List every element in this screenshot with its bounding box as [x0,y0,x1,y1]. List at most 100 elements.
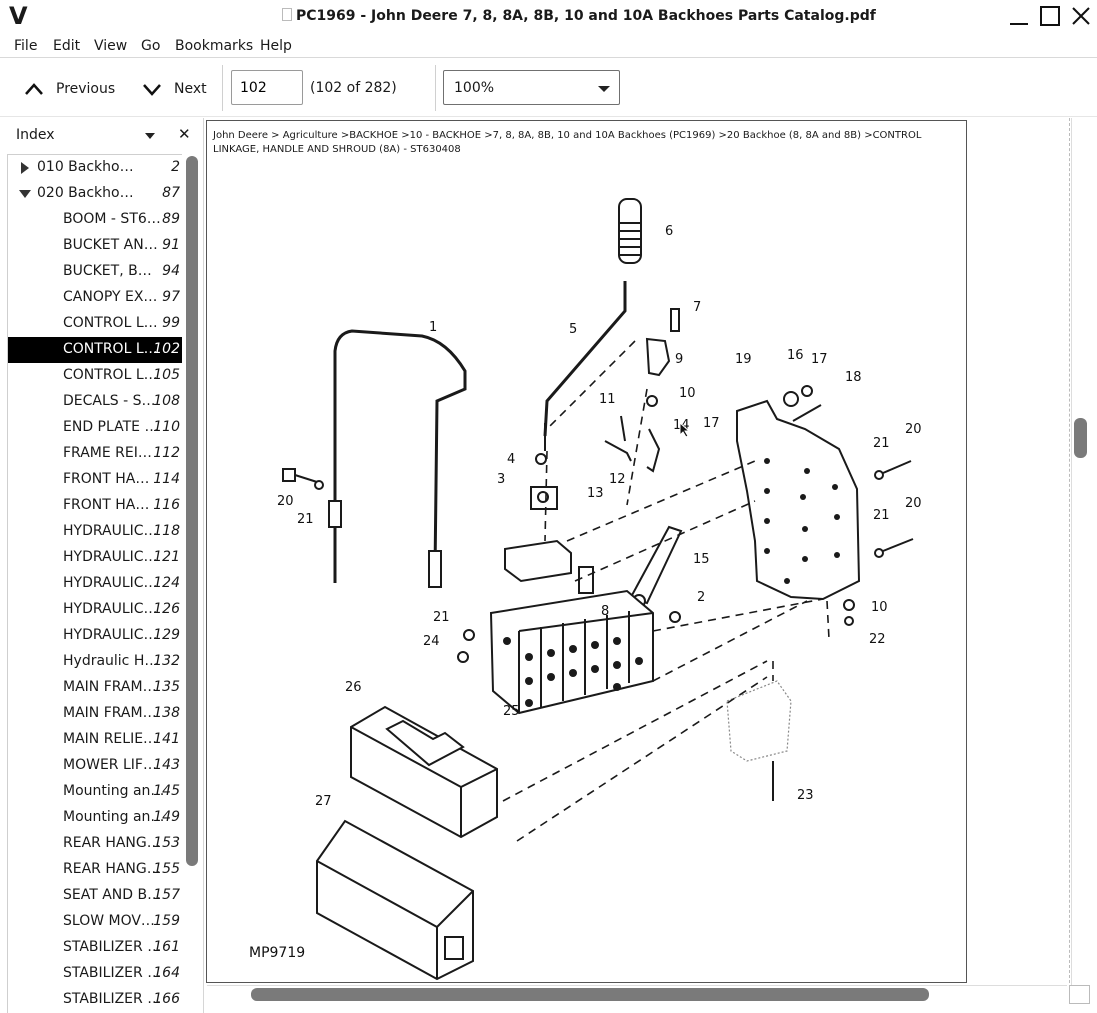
title-bar: V PC1969 - John Deere 7, 8, 8A, 8B, 10 a… [0,0,1097,34]
menu-file[interactable]: File [14,38,37,54]
menu-view[interactable]: View [94,38,127,54]
tree-collapsed-icon[interactable] [19,162,31,174]
index-item-page: 2 [171,159,180,175]
callout-1: 1 [429,320,437,335]
index-item-label: CONTROL L… [63,341,158,357]
index-item-label: BUCKET, B… [63,263,152,279]
index-item[interactable]: CONTROL L… 105 [8,363,182,389]
index-item[interactable]: FRAME REI… 112 [8,441,182,467]
index-item-label: HYDRAULIC… [63,549,158,565]
sidebar-scrollbar-thumb[interactable] [186,156,198,866]
index-item[interactable]: 020 Backho… 87 [8,181,182,207]
callout-18: 18 [845,370,862,385]
index-item[interactable]: HYDRAULIC… 121 [8,545,182,571]
index-item[interactable]: CONTROL L… 99 [8,311,182,337]
index-item[interactable]: MOWER LIF… 143 [8,753,182,779]
index-item[interactable]: Mounting an… 145 [8,779,182,805]
tree-expanded-icon[interactable] [19,188,31,200]
callout-5: 5 [569,322,577,337]
toolbar-separator [435,65,436,111]
callout-21-right-lower: 21 [873,508,890,523]
index-item-page: 102 [153,341,180,357]
index-item[interactable]: END PLATE … 110 [8,415,182,441]
index-item-label: HYDRAULIC… [63,575,158,591]
index-item-label: Hydraulic H… [63,653,159,669]
callout-25: 25 [503,704,520,719]
index-item[interactable]: HYDRAULIC… 118 [8,519,182,545]
part-1-handle [333,329,467,583]
part-11-cotter [620,415,626,442]
index-item[interactable]: MAIN RELIE… 141 [8,727,182,753]
document-view: John Deere > Agriculture >BACKHOE >10 - … [205,118,1097,1013]
callout-4: 4 [507,452,515,467]
callout-21-left: 21 [297,512,314,527]
index-item[interactable]: HYDRAULIC… 124 [8,571,182,597]
part-17-washer [801,385,813,397]
index-item[interactable]: REAR HANG… 155 [8,857,182,883]
page-number-input[interactable] [231,70,303,105]
document-page: John Deere > Agriculture >BACKHOE >10 - … [206,120,967,983]
index-tree: 010 Backho… 2 020 Backho… 87 BOOM - ST6… 89 BU… [7,154,182,1013]
index-item[interactable]: FRONT HA… 114 [8,467,182,493]
index-item-page: 126 [153,601,180,617]
index-item[interactable]: BUCKET AN… 91 [8,233,182,259]
menu-go[interactable]: Go [141,38,160,54]
index-item[interactable]: HYDRAULIC… 129 [8,623,182,649]
index-item[interactable]: Hydraulic H… 132 [8,649,182,675]
index-item[interactable]: STABILIZER … 161 [8,935,182,961]
callout-19: 19 [735,352,752,367]
callout-3: 3 [497,472,505,487]
vertical-scrollbar[interactable] [1071,118,1090,986]
index-item[interactable]: STABILIZER … 164 [8,961,182,987]
index-item[interactable]: HYDRAULIC… 126 [8,597,182,623]
index-item[interactable]: BUCKET, B… 94 [8,259,182,285]
vertical-scrollbar-thumb[interactable] [1074,418,1087,458]
index-item[interactable]: 010 Backho… 2 [8,155,182,181]
callout-2: 2 [697,590,705,605]
menu-help[interactable]: Help [260,38,292,54]
ghost-bracket [726,680,792,762]
toolbar: Previous Next (102 of 282) 100% [0,59,1097,117]
index-item-label: CANOPY EX… [63,289,158,305]
previous-button[interactable]: Previous [24,77,115,101]
part-19-mount-plate [736,399,861,601]
index-item[interactable]: SLOW MOV… 159 [8,909,182,935]
index-item[interactable]: STABILIZER … 166 [8,987,182,1013]
menu-edit[interactable]: Edit [53,38,80,54]
index-item-page: 135 [153,679,180,695]
part-16-bushing [783,391,799,407]
index-item-page: 166 [153,991,180,1007]
index-item-label: HYDRAULIC… [63,523,158,539]
part-8-link [578,566,594,594]
callout-15: 15 [693,552,710,567]
index-item-label: BOOM - ST6… [63,211,161,227]
index-item[interactable]: MAIN FRAM… 135 [8,675,182,701]
index-item[interactable]: BOOM - ST6… 89 [8,207,182,233]
index-item[interactable]: REAR HANG… 153 [8,831,182,857]
zoom-select[interactable]: 100% [443,70,620,105]
callout-11: 11 [599,392,616,407]
next-label: Next [174,81,207,97]
index-item[interactable]: Mounting an… 149 [8,805,182,831]
breadcrumb: John Deere > Agriculture >BACKHOE >10 - … [213,130,922,155]
sidebar-mode-dropdown-icon[interactable] [145,133,155,139]
index-item-page: 149 [153,809,180,825]
next-button[interactable]: Next [142,77,207,101]
callout-16: 16 [787,348,804,363]
horizontal-scrollbar-thumb[interactable] [251,988,929,1001]
index-item[interactable]: SEAT AND B… 157 [8,883,182,909]
close-icon[interactable] [1070,5,1092,27]
index-item[interactable]: MAIN FRAM… 138 [8,701,182,727]
previous-label: Previous [56,81,116,97]
index-item[interactable]: FRONT HA… 116 [8,493,182,519]
sidebar-close-button[interactable]: ✕ [178,125,191,143]
index-item[interactable]: CONTROL L… 102 [8,337,182,363]
index-item-page: 97 [162,289,180,305]
menu-bookmarks[interactable]: Bookmarks [175,38,253,54]
index-item[interactable]: DECALS - S… 108 [8,389,182,415]
maximize-icon[interactable] [1039,5,1061,27]
part-10-nut-lower [843,599,855,611]
minimize-icon[interactable] [1008,5,1030,27]
callout-27: 27 [315,794,332,809]
index-item[interactable]: CANOPY EX… 97 [8,285,182,311]
